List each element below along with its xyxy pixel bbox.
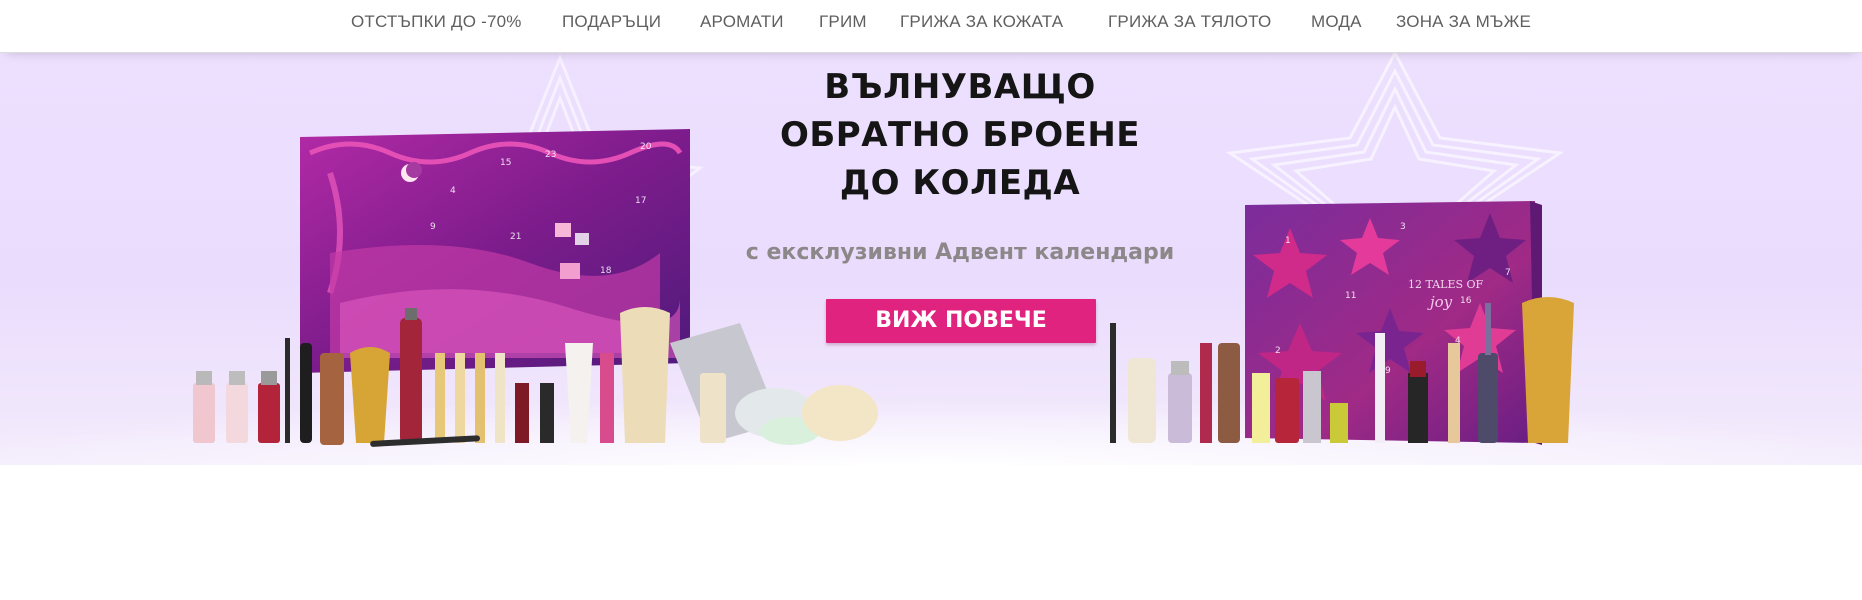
headline-line-3: ДО КОЛЕДА <box>839 163 1081 203</box>
calendar-script-label: joy <box>1430 293 1453 311</box>
svg-text:20: 20 <box>640 142 652 152</box>
svg-text:23: 23 <box>545 150 556 160</box>
svg-text:15: 15 <box>500 158 511 168</box>
svg-text:16: 16 <box>1460 296 1472 306</box>
nav-item-skincare[interactable]: ГРИЖА ЗА КОЖАТА <box>900 12 1063 32</box>
svg-text:2: 2 <box>1275 346 1281 356</box>
svg-text:9: 9 <box>430 222 436 232</box>
headline-line-1: ВЪЛНУВАЩО <box>824 67 1096 107</box>
calendar-label: 12 TALES OF <box>1408 278 1484 291</box>
see-more-button[interactable]: ВИЖ ПОВЕЧЕ <box>826 299 1096 343</box>
svg-text:17: 17 <box>635 196 646 206</box>
hero-banner[interactable]: 4 15 23 20 17 21 9 18 1 3 16 11 7 4 92 В… <box>0 53 1862 465</box>
svg-text:4: 4 <box>450 186 456 196</box>
nav-item-makeup[interactable]: ГРИМ <box>819 12 867 32</box>
banner-subtitle: с ексклузивни Адвент календари <box>745 240 1175 265</box>
svg-text:18: 18 <box>600 266 612 276</box>
svg-text:3: 3 <box>1400 222 1406 232</box>
svg-text:9: 9 <box>1385 366 1391 376</box>
page-below-banner <box>0 466 1862 600</box>
nav-item-discounts[interactable]: ОТСТЪПКИ ДО -70% <box>351 12 522 32</box>
svg-text:1: 1 <box>1285 236 1291 246</box>
main-navigation: ОТСТЪПКИ ДО -70% ПОДАРЪЦИ АРОМАТИ ГРИМ Г… <box>0 0 1862 53</box>
svg-text:11: 11 <box>1345 291 1356 301</box>
nav-item-fragrances[interactable]: АРОМАТИ <box>700 12 784 32</box>
svg-text:7: 7 <box>1505 268 1511 278</box>
nav-item-men-zone[interactable]: ЗОНА ЗА МЪЖЕ <box>1396 12 1531 32</box>
svg-text:21: 21 <box>510 232 521 242</box>
nav-item-fashion[interactable]: МОДА <box>1311 12 1362 32</box>
headline-line-2: ОБРАТНО БРОЕНЕ <box>779 115 1141 155</box>
nav-item-gifts[interactable]: ПОДАРЪЦИ <box>562 12 661 32</box>
nav-item-bodycare[interactable]: ГРИЖА ЗА ТЯЛОТО <box>1108 12 1271 32</box>
